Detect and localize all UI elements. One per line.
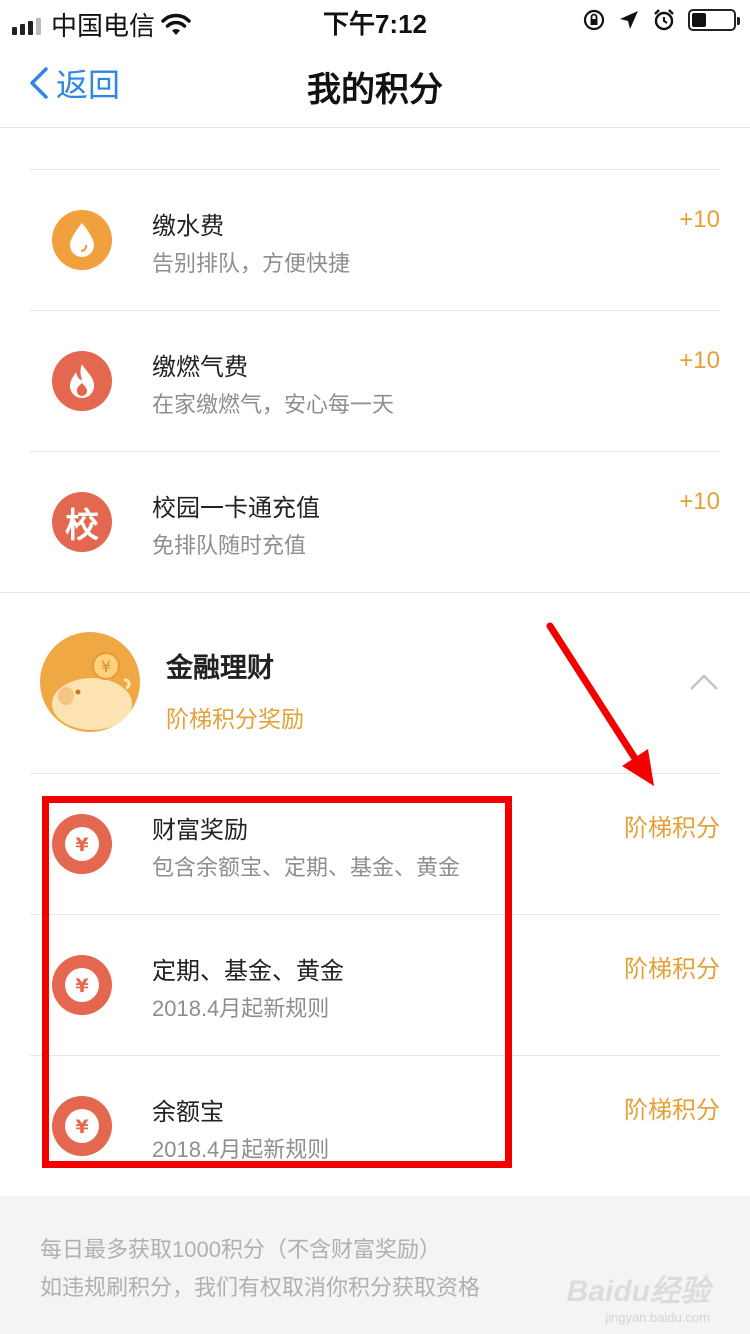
watermark-url: jingyan.baidu.com: [605, 1310, 710, 1325]
tier-points-label: 阶梯积分: [624, 1097, 720, 1124]
footer-notice: 每日最多获取1000积分（不含财富奖励） 如违规刷积分，我们有权取消你积分获取资…: [0, 1196, 750, 1334]
tier-points-label: 阶梯积分: [624, 815, 720, 842]
watermark: Baidu经验 jingyan.baidu.com: [567, 1266, 710, 1325]
footer-line-2: 如违规刷积分，我们有权取消你积分获取资格: [40, 1275, 481, 1300]
annotation-arrow-icon: [546, 622, 654, 786]
tier-points-label: 阶梯积分: [624, 956, 720, 983]
watermark-text: Baidu经验: [566, 1275, 710, 1308]
footer-line-1: 每日最多获取1000积分（不含财富奖励）: [40, 1237, 441, 1262]
highlight-box: [42, 796, 512, 1168]
